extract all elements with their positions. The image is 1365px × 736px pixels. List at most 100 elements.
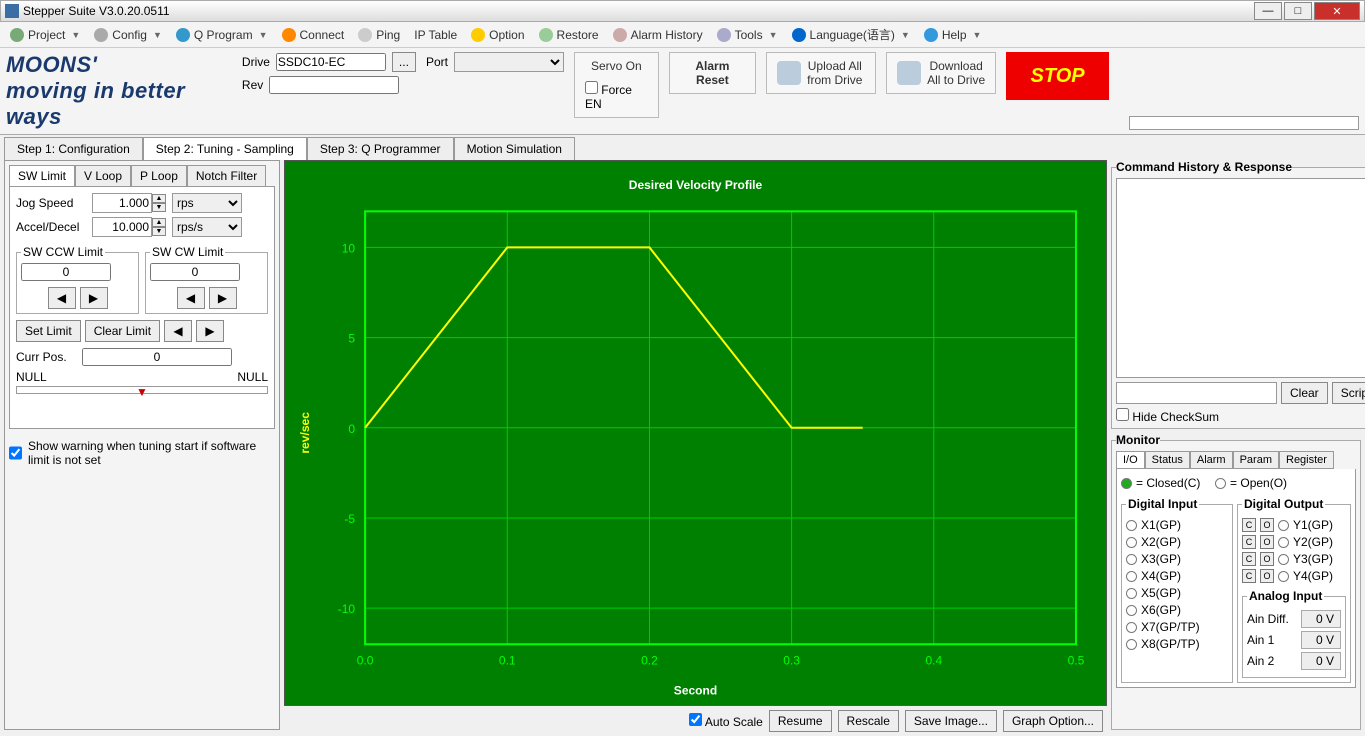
port-select[interactable]	[454, 52, 564, 72]
tab-step2[interactable]: Step 2: Tuning - Sampling	[143, 137, 307, 160]
alarm-reset-button[interactable]: Alarm Reset	[669, 52, 756, 94]
do-3-open[interactable]: O	[1260, 552, 1274, 566]
di-2-indicator	[1126, 537, 1137, 548]
menu-tools[interactable]: Tools▼	[711, 26, 784, 44]
upload-all-button[interactable]: Upload Allfrom Drive	[766, 52, 876, 94]
do-3-close[interactable]: C	[1242, 552, 1256, 566]
download-icon	[897, 61, 921, 85]
di-7-indicator	[1126, 622, 1137, 633]
accel-input[interactable]	[92, 217, 152, 237]
maximize-button[interactable]: □	[1284, 2, 1312, 20]
svg-text:0: 0	[348, 422, 355, 436]
right-pane: Command History & Response Clear Script …	[1111, 160, 1361, 730]
menu-option[interactable]: Option	[465, 26, 530, 44]
montab-param[interactable]: Param	[1233, 451, 1279, 469]
jog-speed-input[interactable]	[92, 193, 152, 213]
menu-iptable[interactable]: IP Table	[408, 26, 463, 44]
close-button[interactable]: ✕	[1314, 2, 1360, 20]
subtab-vloop[interactable]: V Loop	[75, 165, 131, 186]
menu-alarm-history[interactable]: Alarm History	[607, 26, 709, 44]
montab-alarm[interactable]: Alarm	[1190, 451, 1233, 469]
drive-browse-button[interactable]: ...	[392, 52, 416, 72]
hide-checksum-checkbox[interactable]	[1116, 408, 1129, 421]
subtab-swlimit[interactable]: SW Limit	[9, 165, 75, 186]
menu-ping[interactable]: Ping	[352, 26, 406, 44]
do-4-open[interactable]: O	[1260, 569, 1274, 583]
autoscale-checkbox[interactable]	[689, 713, 702, 726]
download-all-button[interactable]: DownloadAll to Drive	[886, 52, 996, 94]
svg-text:Desired Velocity Profile: Desired Velocity Profile	[629, 178, 763, 192]
titlebar: Stepper Suite V3.0.20.0511 — □ ✕	[0, 0, 1365, 22]
graph-option-button[interactable]: Graph Option...	[1003, 710, 1103, 732]
ain-1-value: 0 V	[1301, 631, 1341, 649]
ain-2-value: 0 V	[1301, 652, 1341, 670]
ccw-legend: SW CCW Limit	[21, 245, 105, 259]
cw-right-button[interactable]: ▶	[209, 287, 237, 309]
velocity-chart[interactable]: 0.00.10.20.30.40.5-10-50510Desired Veloc…	[284, 160, 1107, 706]
limit-left-button[interactable]: ◀	[164, 320, 192, 342]
svg-text:-10: -10	[338, 602, 356, 616]
montab-io[interactable]: I/O	[1116, 451, 1145, 469]
menu-connect[interactable]: Connect	[276, 26, 351, 44]
menu-config[interactable]: Config▼	[88, 26, 168, 44]
svg-text:-5: -5	[344, 512, 355, 526]
warn-checkbox[interactable]	[9, 439, 22, 467]
rescale-button[interactable]: Rescale	[838, 710, 899, 732]
accel-unit-select[interactable]: rps/s	[172, 217, 242, 237]
menu-qprogram[interactable]: Q Program▼	[170, 26, 274, 44]
limit-right-button[interactable]: ▶	[196, 320, 224, 342]
do-4-close[interactable]: C	[1242, 569, 1256, 583]
cw-left-button[interactable]: ◀	[177, 287, 205, 309]
svg-text:Second: Second	[674, 684, 717, 698]
ccw-left-button[interactable]: ◀	[48, 287, 76, 309]
do-2-open[interactable]: O	[1260, 535, 1274, 549]
script-button[interactable]: Script	[1332, 382, 1365, 404]
set-limit-button[interactable]: Set Limit	[16, 320, 81, 342]
jog-dn[interactable]: ▼	[152, 203, 166, 212]
menu-project[interactable]: Project▼	[4, 26, 86, 44]
ccw-right-button[interactable]: ▶	[80, 287, 108, 309]
accel-dn[interactable]: ▼	[152, 227, 166, 236]
drive-input[interactable]	[276, 53, 386, 71]
jog-up[interactable]: ▲	[152, 194, 166, 203]
clear-button[interactable]: Clear	[1281, 382, 1328, 404]
svg-text:5: 5	[348, 332, 355, 346]
history-input[interactable]	[1116, 382, 1277, 404]
jog-speed-label: Jog Speed	[16, 196, 86, 210]
di-4-indicator	[1126, 571, 1137, 582]
cw-input[interactable]	[150, 263, 240, 281]
tab-motion-sim[interactable]: Motion Simulation	[454, 137, 575, 160]
do-1-open[interactable]: O	[1260, 518, 1274, 532]
do-1-close[interactable]: C	[1242, 518, 1256, 532]
servo-on-button[interactable]: Servo On Force EN	[574, 52, 659, 118]
subtab-ploop[interactable]: P Loop	[131, 165, 187, 186]
menu-restore[interactable]: Restore	[533, 26, 605, 44]
force-en-checkbox[interactable]	[585, 81, 598, 94]
tab-step3[interactable]: Step 3: Q Programmer	[307, 137, 454, 160]
port-label: Port	[426, 55, 448, 69]
do-2-close[interactable]: C	[1242, 535, 1256, 549]
curr-pos-value	[82, 348, 232, 366]
menu-language[interactable]: Language(语言)▼	[786, 24, 916, 45]
closed-indicator-icon	[1121, 478, 1132, 489]
svg-text:rev/sec: rev/sec	[298, 412, 312, 454]
menu-help[interactable]: Help▼	[918, 26, 988, 44]
rev-label: Rev	[242, 78, 263, 92]
position-slider[interactable]: ▼	[16, 386, 268, 394]
montab-status[interactable]: Status	[1145, 451, 1190, 469]
minimize-button[interactable]: —	[1254, 2, 1282, 20]
clear-limit-button[interactable]: Clear Limit	[85, 320, 160, 342]
history-box[interactable]	[1116, 178, 1365, 378]
autoscale-label[interactable]: Auto Scale	[689, 713, 763, 729]
subtab-notch[interactable]: Notch Filter	[187, 165, 266, 186]
accel-up[interactable]: ▲	[152, 218, 166, 227]
rev-input[interactable]	[269, 76, 399, 94]
save-image-button[interactable]: Save Image...	[905, 710, 997, 732]
montab-register[interactable]: Register	[1279, 451, 1334, 469]
tab-step1[interactable]: Step 1: Configuration	[4, 137, 143, 160]
svg-text:0.5: 0.5	[1068, 653, 1085, 667]
resume-button[interactable]: Resume	[769, 710, 832, 732]
stop-button[interactable]: STOP	[1006, 52, 1109, 100]
jog-unit-select[interactable]: rps	[172, 193, 242, 213]
ccw-input[interactable]	[21, 263, 111, 281]
